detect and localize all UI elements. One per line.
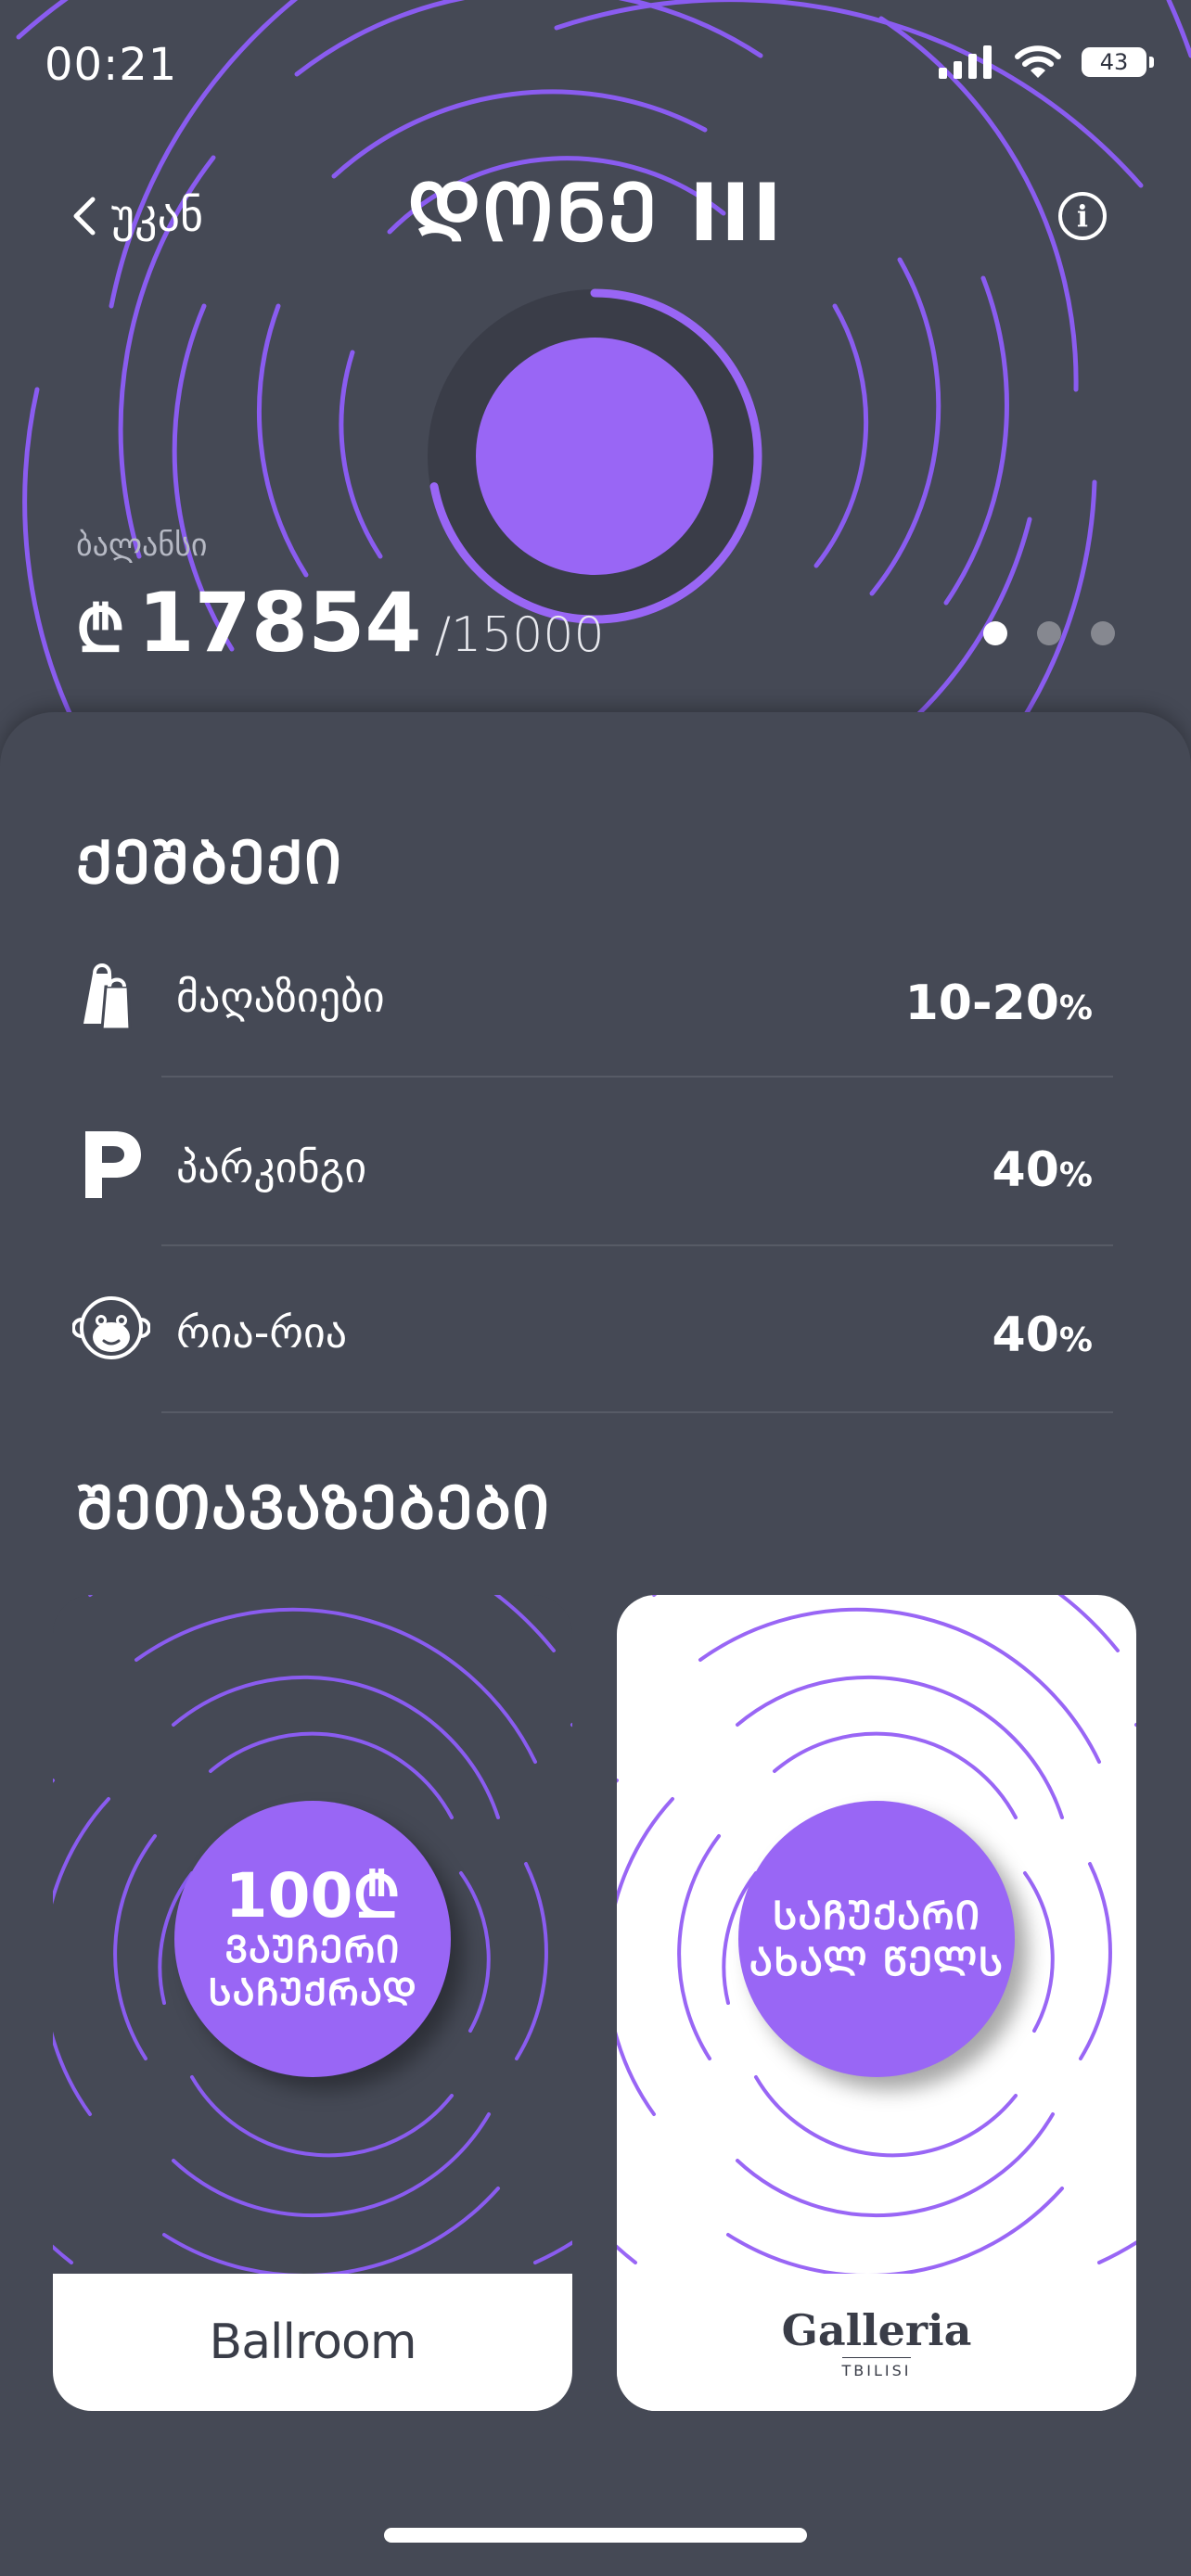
- page-title: ᲓᲝᲜᲔ III: [407, 167, 784, 260]
- badge-line: ᲡᲐᲩᲣᲥᲐᲠᲘ: [772, 1893, 981, 1938]
- cashback-title: ᲥᲔᲨᲑᲔᲥᲘ: [76, 829, 343, 898]
- balance-value: 17854: [137, 575, 422, 670]
- level-badge: [476, 338, 713, 575]
- galleria-sub: TBILISI: [841, 2357, 912, 2379]
- balance-max: /15000: [434, 607, 605, 663]
- offers-title: ᲨᲔᲗᲐᲕᲐᲖᲔᲑᲔᲑᲘ: [76, 1474, 551, 1543]
- monkey-icon: [72, 1296, 150, 1359]
- status-time: 00:21: [45, 39, 178, 91]
- status-icons: 43: [939, 45, 1154, 80]
- brand-footer: Galleria TBILISI: [617, 2274, 1136, 2411]
- info-icon: i: [1076, 198, 1089, 234]
- cashback-row-value: 40%: [992, 1307, 1093, 1363]
- cashback-row-label: რია-რია: [176, 1307, 348, 1358]
- cashback-row-value: 40%: [992, 1142, 1093, 1198]
- home-indicator[interactable]: [384, 2528, 807, 2543]
- cashback-row-label: პარკინგი: [176, 1142, 367, 1192]
- cashback-row-label: მაღაზიები: [176, 972, 385, 1022]
- signal-icon: [939, 45, 992, 79]
- badge-line: ᲐᲮᲐᲚ ᲬᲔᲚᲡ: [749, 1939, 1005, 1984]
- cashback-row-shops[interactable]: მაღაზიები 10-20%: [0, 918, 1191, 1085]
- currency-icon: ₾: [76, 593, 125, 667]
- parking-icon: [85, 1131, 141, 1198]
- cashback-row-parking[interactable]: პარკინგი 40%: [0, 1085, 1191, 1252]
- page-indicator[interactable]: [983, 621, 1115, 645]
- divider: [161, 1244, 1113, 1246]
- divider: [161, 1076, 1113, 1078]
- ballroom-logo: Ballroom: [209, 2315, 417, 2370]
- cashback-percent: 10-20: [904, 976, 1059, 1031]
- galleria-logo: Galleria TBILISI: [782, 2305, 972, 2379]
- percent-sign: %: [1058, 989, 1093, 1027]
- wifi-icon: [1015, 45, 1061, 78]
- badge-line: ᲕᲐᲣᲩᲔᲠᲘ: [224, 1929, 401, 1971]
- info-button[interactable]: i: [1058, 192, 1107, 240]
- shopping-bags-icon: [83, 963, 132, 1031]
- percent-sign: %: [1058, 1321, 1093, 1359]
- offer-card-galleria[interactable]: ᲡᲐᲩᲣᲥᲐᲠᲘ ᲐᲮᲐᲚ ᲬᲔᲚᲡ Galleria TBILISI: [617, 1595, 1136, 2411]
- divider: [161, 1411, 1113, 1413]
- offer-badge: ᲡᲐᲩᲣᲥᲐᲠᲘ ᲐᲮᲐᲚ ᲬᲔᲚᲡ: [738, 1801, 1015, 2077]
- page-dot[interactable]: [1091, 621, 1115, 645]
- cashback-percent: 40: [992, 1142, 1059, 1198]
- galleria-name: Galleria: [781, 2305, 972, 2355]
- cashback-row-ria-ria[interactable]: რია-რია 40%: [0, 1252, 1191, 1419]
- badge-line: ᲡᲐᲩᲣᲥᲠᲐᲓ: [208, 1971, 417, 2014]
- page-dot[interactable]: [1037, 621, 1061, 645]
- battery-indicator: 43: [1082, 47, 1154, 77]
- offer-badge: 100₾ ᲕᲐᲣᲩᲔᲠᲘ ᲡᲐᲩᲣᲥᲠᲐᲓ: [174, 1801, 451, 2077]
- page-dot[interactable]: [983, 621, 1007, 645]
- badge-line: 100₾: [224, 1860, 401, 1932]
- cashback-percent: 40: [992, 1307, 1059, 1363]
- offer-card-ballroom[interactable]: 100₾ ᲕᲐᲣᲩᲔᲠᲘ ᲡᲐᲩᲣᲥᲠᲐᲓ Ballroom: [53, 1595, 572, 2411]
- cashback-row-value: 10-20%: [905, 976, 1093, 1031]
- percent-sign: %: [1058, 1156, 1093, 1194]
- brand-footer: Ballroom: [53, 2274, 572, 2411]
- balance-label: ბალანსი: [76, 527, 208, 564]
- balance-row: ₾ 17854 /15000: [76, 575, 605, 670]
